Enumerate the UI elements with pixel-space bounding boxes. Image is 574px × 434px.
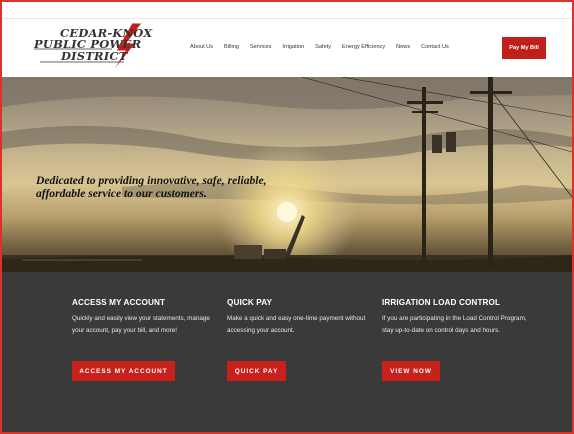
- site-header: CEDAR-KNOX PUBLIC POWER DISTRICT About U…: [2, 19, 572, 77]
- view-now-button[interactable]: VIEW NOW: [382, 361, 440, 381]
- hero-tagline: Dedicated to providing innovative, safe,…: [36, 174, 267, 200]
- hero-banner: Dedicated to providing innovative, safe,…: [2, 77, 572, 272]
- quick-pay-button[interactable]: QUICK PAY: [227, 361, 286, 381]
- nav-billing[interactable]: Billing: [224, 44, 239, 50]
- top-bar: [2, 2, 572, 19]
- nav-about-us[interactable]: About Us: [190, 44, 213, 50]
- card-irrigation-load-control: IRRIGATION LOAD CONTROL If you are parti…: [382, 298, 532, 336]
- card-access-account: ACCESS MY ACCOUNT Quickly and easily vie…: [72, 298, 217, 336]
- card-quick-pay: QUICK PAY Make a quick and easy one-time…: [227, 298, 372, 336]
- logo-line-3: DISTRICT: [61, 49, 128, 63]
- nav-contact-us[interactable]: Contact Us: [421, 44, 449, 50]
- site-logo[interactable]: CEDAR-KNOX PUBLIC POWER DISTRICT: [32, 21, 152, 75]
- pay-my-bill-button[interactable]: Pay My Bill: [502, 37, 546, 59]
- quick-links-panel: ACCESS MY ACCOUNT Quickly and easily vie…: [2, 272, 572, 432]
- nav-irrigation[interactable]: Irrigation: [282, 44, 304, 50]
- card-title: IRRIGATION LOAD CONTROL: [382, 298, 501, 307]
- card-text: Make a quick and easy one-time payment w…: [227, 315, 366, 334]
- card-text: If you are participating in the Load Con…: [382, 315, 527, 334]
- card-text: Quickly and easily view your statements,…: [72, 315, 210, 334]
- access-my-account-button[interactable]: ACCESS MY ACCOUNT: [72, 361, 175, 381]
- nav-services[interactable]: Services: [250, 44, 271, 50]
- nav-news[interactable]: News: [396, 44, 410, 50]
- card-title: ACCESS MY ACCOUNT: [72, 298, 166, 307]
- nav-safety[interactable]: Safety: [315, 44, 331, 50]
- nav-energy-efficiency[interactable]: Energy Efficiency: [342, 44, 385, 50]
- card-title: QUICK PAY: [227, 298, 273, 307]
- main-nav: About Us Billing Services Irrigation Saf…: [190, 40, 460, 54]
